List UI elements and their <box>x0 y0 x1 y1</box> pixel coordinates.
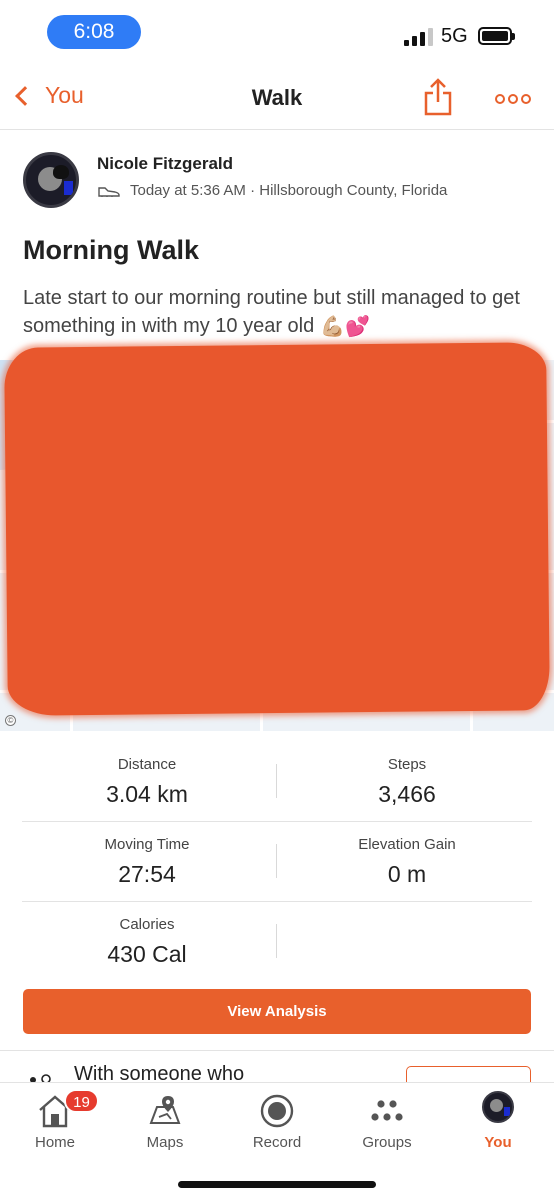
stat-label: Elevation Gain <box>358 836 456 853</box>
map-icon <box>149 1096 181 1124</box>
section-divider <box>0 1050 554 1051</box>
athlete-avatar[interactable] <box>23 152 79 208</box>
record-icon <box>260 1094 294 1128</box>
stats-grid: Distance 3.04 km Steps 3,466 Moving Time… <box>22 742 532 982</box>
tab-you[interactable]: You <box>443 1083 553 1163</box>
activity-description: Late start to our morning routine but st… <box>23 284 538 341</box>
groups-icon <box>371 1100 403 1121</box>
more-icon[interactable] <box>495 94 531 104</box>
view-analysis-button[interactable]: View Analysis <box>23 989 531 1034</box>
stat-value: 0 m <box>387 861 427 887</box>
stat-moving-time: Moving Time 27:54 <box>22 836 272 888</box>
page-title: Walk <box>251 85 303 110</box>
status-time: 6:08 <box>47 15 141 49</box>
stat-divider <box>276 764 277 798</box>
stats-row: Calories 430 Cal <box>22 902 532 982</box>
profile-avatar <box>482 1091 514 1123</box>
stat-distance: Distance 3.04 km <box>22 756 272 808</box>
tab-label: Groups <box>362 1134 412 1151</box>
stat-label: Distance <box>117 756 177 773</box>
battery-icon <box>478 27 515 45</box>
home-indicator <box>178 1181 376 1188</box>
map-redaction <box>4 342 550 716</box>
tab-label: Maps <box>146 1134 184 1151</box>
description-text: Late start to our morning routine but st… <box>23 287 520 337</box>
stat-label: Calories <box>119 916 175 933</box>
stat-calories: Calories 430 Cal <box>22 916 272 968</box>
stat-value: 27:54 <box>118 861 176 887</box>
tab-record[interactable]: Record <box>222 1083 332 1163</box>
nav-bar: You Walk <box>0 68 554 130</box>
tab-groups[interactable]: Groups <box>332 1083 442 1163</box>
share-icon[interactable] <box>424 78 452 116</box>
activity-time-location: Today at 5:36 AM · Hillsborough County, … <box>130 182 448 199</box>
stats-row: Distance 3.04 km Steps 3,466 <box>22 742 532 822</box>
cellular-signal-icon <box>404 26 436 46</box>
stat-steps: Steps 3,466 <box>282 756 532 808</box>
tab-label: You <box>484 1134 512 1151</box>
tab-maps[interactable]: Maps <box>110 1083 220 1163</box>
notification-badge: 19 <box>64 1089 99 1113</box>
shoe-icon <box>98 186 120 197</box>
tab-home[interactable]: 19 Home <box>0 1083 110 1163</box>
activity-meta: Today at 5:36 AM · Hillsborough County, … <box>97 182 447 199</box>
stat-divider <box>276 924 277 958</box>
stat-elevation-gain: Elevation Gain 0 m <box>282 836 532 888</box>
activity-title: Morning Walk <box>23 235 199 265</box>
network-type: 5G <box>441 25 468 47</box>
stat-value: 430 Cal <box>107 941 187 967</box>
status-bar: 6:08 5G <box>0 0 554 68</box>
tab-label: Record <box>252 1134 302 1151</box>
map-attribution-icon[interactable]: © <box>5 715 16 726</box>
tab-label: Home <box>34 1134 75 1151</box>
stat-value: 3,466 <box>378 781 436 807</box>
athlete-name[interactable]: Nicole Fitzgerald <box>97 154 233 174</box>
stats-row: Moving Time 27:54 Elevation Gain 0 m <box>22 822 532 902</box>
stat-label: Moving Time <box>104 836 190 853</box>
stat-value: 3.04 km <box>106 781 188 807</box>
description-emoji: 💪🏼💕 <box>320 315 371 338</box>
stat-divider <box>276 844 277 878</box>
stat-label: Steps <box>387 756 427 773</box>
